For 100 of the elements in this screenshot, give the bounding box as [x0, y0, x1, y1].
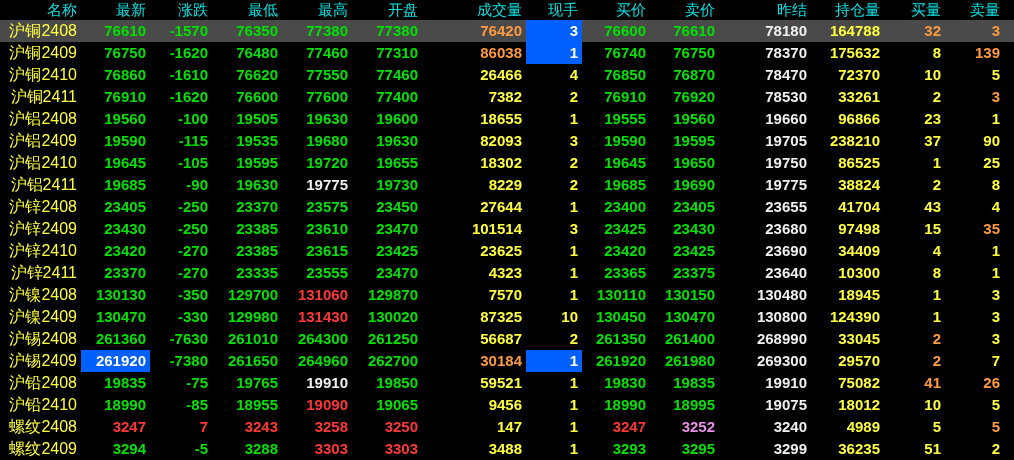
- table-cell: 76480: [236, 44, 278, 62]
- table-cell: -105: [177, 154, 208, 172]
- table-cell: 3303: [314, 440, 348, 458]
- table-cell: 77400: [376, 88, 418, 106]
- column-header[interactable]: 现手: [526, 0, 582, 20]
- table-cell: 2: [569, 154, 578, 172]
- table-cell: 23680: [765, 220, 807, 238]
- column-header[interactable]: 最低: [212, 0, 282, 20]
- table-cell: 3243: [244, 418, 278, 436]
- table-cell: 19685: [104, 176, 146, 194]
- column-header[interactable]: 涨跌: [150, 0, 212, 20]
- table-cell: 76740: [604, 44, 646, 62]
- column-header[interactable]: 最新: [81, 0, 150, 20]
- table-cell: 23405: [104, 198, 146, 216]
- column-header[interactable]: 昨结: [719, 0, 811, 20]
- table-cell: 2: [932, 176, 941, 194]
- table-cell: 129700: [227, 286, 278, 304]
- table-cell: 2: [932, 330, 941, 348]
- table-cell: 23425: [604, 220, 646, 238]
- table-cell: 77310: [376, 44, 418, 62]
- contract-name: 螺纹2408: [8, 417, 78, 437]
- table-cell: 23405: [673, 198, 715, 216]
- table-cell: 19680: [306, 132, 348, 150]
- table-cell: 23625: [480, 242, 522, 260]
- table-cell: 4: [991, 198, 1000, 216]
- table-cell: 36235: [838, 440, 880, 458]
- table-cell: 19835: [673, 374, 715, 392]
- table-cell: 8: [932, 44, 941, 62]
- table-cell: 59521: [480, 374, 522, 392]
- table-cell: 19090: [306, 396, 348, 414]
- table-cell: 76350: [236, 22, 278, 40]
- selected-row[interactable]: 沪铜2408 76610 -1570 76350 77380 77380 76420 3 76600 76610 78180 164788 32 3: [0, 20, 1014, 42]
- contract-name: 沪锌2409: [8, 219, 78, 239]
- table-cell: 4: [932, 242, 941, 260]
- column-header[interactable]: 开盘: [352, 0, 422, 20]
- table-cell: 90: [983, 132, 1000, 150]
- table-cell: 1: [569, 198, 578, 216]
- table-cell: 18990: [104, 396, 146, 414]
- table-cell: 238210: [829, 132, 880, 150]
- table-cell: 130800: [756, 308, 807, 326]
- table-cell: 76750: [104, 44, 146, 62]
- table-cell: 8229: [488, 176, 522, 194]
- table-cell: 77460: [376, 66, 418, 84]
- table-cell: 37: [924, 132, 941, 150]
- table-cell: 96866: [838, 110, 880, 128]
- table-cell: 76600: [604, 22, 646, 40]
- column-header[interactable]: 最高: [282, 0, 352, 20]
- table-cell: 19645: [104, 154, 146, 172]
- table-cell: 261250: [367, 330, 418, 348]
- table-cell: 1: [991, 242, 1000, 260]
- table-cell: 82093: [480, 132, 522, 150]
- table-cell: 19685: [604, 176, 646, 194]
- table-cell: 56687: [480, 330, 522, 348]
- table-cell: 18302: [480, 154, 522, 172]
- table-cell: 23: [924, 110, 941, 128]
- column-header[interactable]: 名称: [0, 0, 81, 20]
- table-cell: 29570: [838, 352, 880, 370]
- table-cell: 3252: [681, 418, 715, 436]
- table-cell: 130020: [367, 308, 418, 326]
- table-cell: 2: [569, 330, 578, 348]
- contract-name: 沪铅2410: [8, 395, 78, 415]
- table-cell: 86525: [838, 154, 880, 172]
- table-cell: 129870: [367, 286, 418, 304]
- table-cell: 3: [991, 330, 1000, 348]
- table-cell: 19645: [604, 154, 646, 172]
- table-cell: 38824: [838, 176, 880, 194]
- column-header[interactable]: 买量: [884, 0, 945, 20]
- table-cell: 76750: [673, 44, 715, 62]
- table-cell: 130450: [595, 308, 646, 326]
- table-cell: 3288: [244, 440, 278, 458]
- table-cell: 130130: [95, 286, 146, 304]
- table-cell: 76910: [104, 88, 146, 106]
- column-header[interactable]: 卖价: [650, 0, 719, 20]
- column-header[interactable]: 卖量: [945, 0, 1004, 20]
- column-header[interactable]: 买价: [582, 0, 650, 20]
- table-cell: 3: [991, 286, 1000, 304]
- table-cell: 261400: [664, 330, 715, 348]
- table-cell: 19650: [673, 154, 715, 172]
- table-cell: 19720: [306, 154, 348, 172]
- table-cell: -350: [177, 286, 208, 304]
- table-cell: 261010: [227, 330, 278, 348]
- table-cell: 23470: [376, 220, 418, 238]
- table-cell: -270: [177, 264, 208, 282]
- table-cell: 5: [991, 418, 1000, 436]
- table-cell: 19560: [104, 110, 146, 128]
- table-cell: -100: [177, 110, 208, 128]
- table-cell: 18990: [604, 396, 646, 414]
- table-cell: 9456: [488, 396, 522, 414]
- table-cell: 19730: [376, 176, 418, 194]
- table-cell: 76910: [604, 88, 646, 106]
- table-cell: 23430: [104, 220, 146, 238]
- table-cell: 41704: [838, 198, 880, 216]
- table-cell: 1: [932, 286, 941, 304]
- table-cell: 10300: [838, 264, 880, 282]
- table-cell: 19630: [306, 110, 348, 128]
- table-cell: -250: [177, 198, 208, 216]
- table-cell: 3295: [681, 440, 715, 458]
- table-cell: 130480: [756, 286, 807, 304]
- column-header[interactable]: 成交量: [422, 0, 526, 20]
- column-header[interactable]: 持仓量: [811, 0, 884, 20]
